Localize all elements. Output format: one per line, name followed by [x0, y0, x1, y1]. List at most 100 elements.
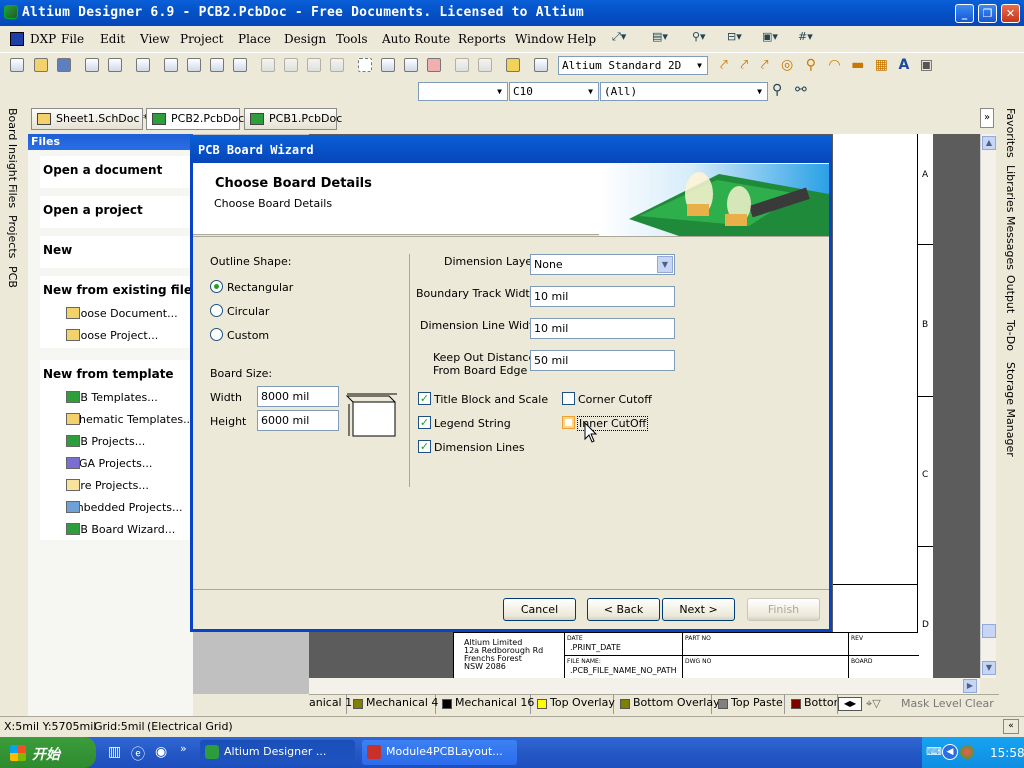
inner-cutoff-checkbox[interactable]: [562, 416, 575, 429]
title-block-checkbox[interactable]: ✓: [418, 392, 431, 405]
string-icon[interactable]: A: [898, 57, 909, 73]
clear-button[interactable]: Clear: [965, 697, 994, 710]
tab-files[interactable]: Files: [6, 184, 19, 208]
chevron-down-icon[interactable]: ▼: [657, 256, 673, 273]
radio-rectangular-label[interactable]: Rectangular: [227, 281, 293, 294]
radio-custom-label[interactable]: Custom: [227, 329, 269, 342]
pcb-board-wizard-item[interactable]: PCB Board Wizard...: [49, 523, 175, 536]
layer-tab-top-paste[interactable]: Top Paste: [715, 694, 785, 714]
doc-tab-sheet1[interactable]: Sheet1.SchDoc *: [31, 108, 149, 130]
scroll-right-icon[interactable]: ▶: [963, 679, 977, 693]
dimension-line-field[interactable]: 10 mil: [530, 318, 675, 339]
menu-reports[interactable]: Reports: [458, 32, 506, 46]
legend-string-checkbox[interactable]: ✓: [418, 416, 431, 429]
cut-icon[interactable]: [259, 56, 277, 74]
radio-custom[interactable]: [210, 328, 223, 341]
menu-project[interactable]: Project: [180, 32, 223, 46]
zoom-area-icon[interactable]: [185, 56, 203, 74]
mask-level-button[interactable]: Mask Level: [901, 697, 962, 710]
pad-icon[interactable]: ◎: [781, 57, 793, 73]
legend-string-label[interactable]: Legend String: [434, 417, 511, 430]
boundary-track-field[interactable]: 10 mil: [530, 286, 675, 307]
menu-window[interactable]: Window: [515, 32, 564, 46]
array-icon[interactable]: ▣: [920, 57, 933, 73]
net-combo[interactable]: ▼: [418, 82, 508, 101]
menu-view[interactable]: View: [140, 32, 170, 46]
move-selection-icon[interactable]: [402, 56, 420, 74]
scroll-down-icon[interactable]: ▼: [982, 661, 996, 675]
new-section[interactable]: New: [40, 236, 195, 268]
quick-launch-more-icon[interactable]: »: [180, 742, 187, 755]
menu-file[interactable]: File: [61, 32, 84, 46]
scroll-thumb[interactable]: [982, 624, 996, 638]
start-button[interactable]: 开始: [0, 737, 96, 768]
task-altium-designer[interactable]: Altium Designer ...: [200, 740, 355, 765]
tray-back-icon[interactable]: ◀: [942, 744, 958, 760]
tray-app-icon[interactable]: [960, 745, 974, 759]
menu-edit[interactable]: Edit: [100, 32, 125, 46]
print-icon[interactable]: [83, 56, 101, 74]
restore-button[interactable]: ❐: [978, 4, 997, 23]
back-button[interactable]: < Back: [587, 598, 660, 621]
align-icon[interactable]: ▤▾: [652, 30, 668, 43]
close-button[interactable]: ✕: [1001, 4, 1020, 23]
vertical-scrollbar[interactable]: ▲ ▼: [980, 134, 996, 678]
finish-button[interactable]: Finish: [747, 598, 820, 621]
radio-circular[interactable]: [210, 304, 223, 317]
interactive-route-icon[interactable]: ⤤: [761, 57, 769, 73]
layer-tab-mechanical-1[interactable]: anical 1: [305, 694, 352, 714]
choose-project-item[interactable]: Choose Project...: [49, 329, 158, 342]
wiring-icon[interactable]: ⤢▾: [612, 30, 626, 44]
apply-filter-icon[interactable]: ⚲: [772, 82, 782, 98]
tab-libraries[interactable]: Libraries: [1004, 165, 1017, 213]
new-icon[interactable]: [8, 56, 26, 74]
radio-rectangular[interactable]: [210, 280, 223, 293]
via-icon[interactable]: ⚲: [806, 57, 816, 73]
keepout-distance-field[interactable]: 50 mil: [530, 350, 675, 371]
dimension-lines-label[interactable]: Dimension Lines: [434, 441, 525, 454]
tab-messages[interactable]: Messages: [1004, 216, 1017, 270]
doc-tabs-scroll-icon[interactable]: »: [980, 108, 994, 128]
layer-scroll-icon[interactable]: ◀▶: [838, 697, 862, 711]
copy-icon[interactable]: [282, 56, 300, 74]
title-block-label[interactable]: Title Block and Scale: [434, 393, 548, 406]
task-module4-pdf[interactable]: Module4PCBLayout...: [362, 740, 517, 765]
filter-all-combo[interactable]: (All) ▼: [600, 82, 768, 101]
choose-document-item[interactable]: Choose Document...: [49, 307, 178, 320]
fill-icon[interactable]: ▬: [851, 57, 864, 73]
polygon-icon[interactable]: ▦: [875, 57, 888, 73]
tab-favorites[interactable]: Favorites: [1004, 108, 1017, 158]
height-field[interactable]: 6000 mil: [257, 410, 339, 431]
layers-icon[interactable]: [134, 56, 152, 74]
open-document-link[interactable]: Open a document: [41, 157, 194, 183]
rubber-stamp-icon[interactable]: [328, 56, 346, 74]
dimension-layer-select[interactable]: None ▼: [530, 254, 675, 275]
paste-icon[interactable]: [305, 56, 323, 74]
clear-filter-icon[interactable]: ⚯: [795, 82, 807, 98]
embedded-projects-item[interactable]: Embedded Projects...: [49, 501, 182, 514]
schematic-templates-item[interactable]: Schematic Templates...: [49, 413, 194, 426]
zoom-filter-icon[interactable]: [231, 56, 249, 74]
grid-icon[interactable]: #▾: [798, 30, 813, 43]
select-area-icon[interactable]: [356, 56, 374, 74]
new-link[interactable]: New: [41, 237, 194, 263]
tab-todo[interactable]: To-Do: [1004, 320, 1017, 351]
move-icon[interactable]: [379, 56, 397, 74]
layer-filter-icon[interactable]: ⌖▽: [866, 697, 881, 711]
minimize-button[interactable]: _: [955, 4, 974, 23]
menu-auto-route[interactable]: Auto Route: [382, 32, 450, 46]
tab-board-insight[interactable]: Board Insight: [6, 108, 19, 181]
room-icon[interactable]: ▣▾: [762, 30, 778, 43]
highlight-icon[interactable]: [504, 56, 522, 74]
tab-output[interactable]: Output: [1004, 275, 1017, 313]
corner-cutoff-label[interactable]: Corner Cutoff: [578, 393, 652, 406]
component-combo[interactable]: C10 ▼: [509, 82, 599, 101]
horizontal-scrollbar[interactable]: ▶: [309, 678, 980, 694]
quick-launch-desktop-icon[interactable]: ▥: [108, 744, 121, 760]
cancel-button[interactable]: Cancel: [503, 598, 576, 621]
next-button[interactable]: Next >: [662, 598, 735, 621]
menu-help[interactable]: Help: [567, 32, 596, 46]
pcb-templates-item[interactable]: PCB Templates...: [49, 391, 158, 404]
dimension-lines-checkbox[interactable]: ✓: [418, 440, 431, 453]
keyboard-icon[interactable]: ⌨: [926, 745, 942, 758]
